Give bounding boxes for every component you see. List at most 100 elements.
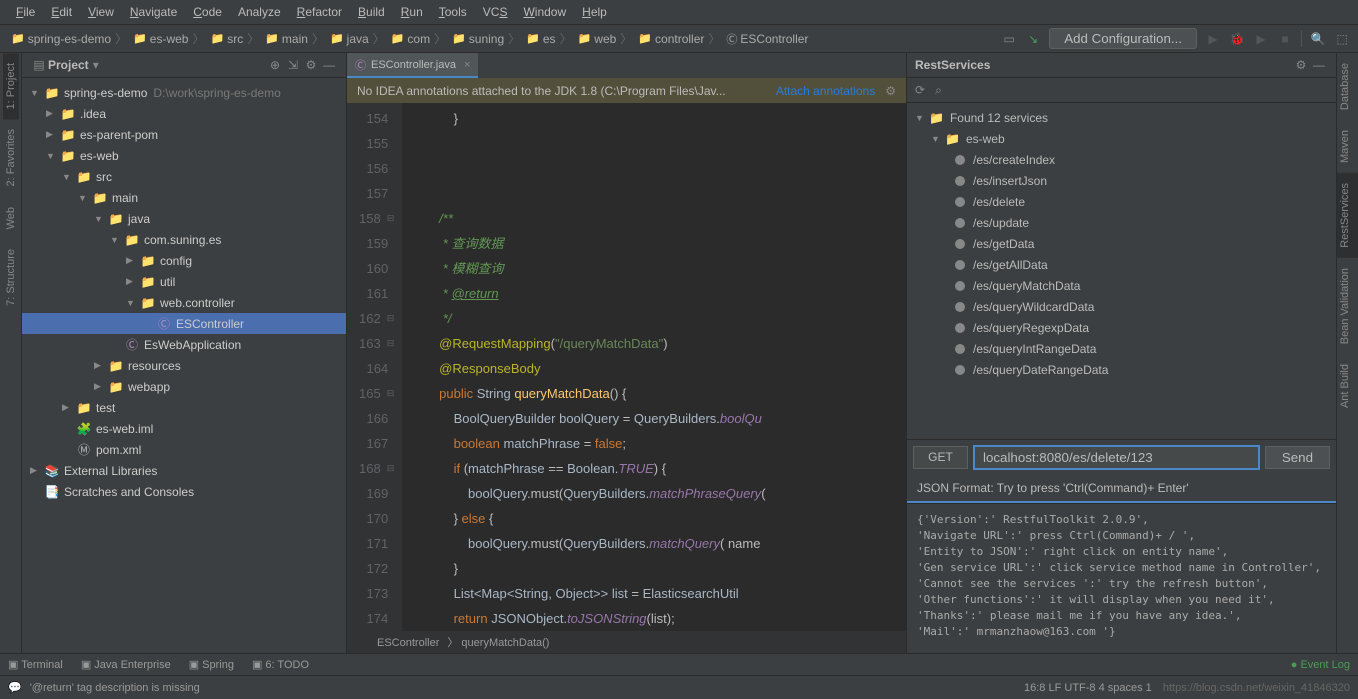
breadcrumb-java[interactable]: 📁java [327, 30, 388, 47]
breadcrumb-main[interactable]: 📁main [262, 30, 327, 47]
tree-item-test[interactable]: ▶📁test [22, 397, 346, 418]
bottom-tab-terminal[interactable]: ▣ Terminal [8, 658, 63, 671]
menu-edit[interactable]: Edit [43, 3, 80, 21]
tree-item-externallibraries[interactable]: ▶📚External Libraries [22, 460, 346, 481]
project-view-icon[interactable]: ▤ [30, 58, 48, 72]
endpoint-es-delete[interactable]: /es/delete [907, 191, 1336, 212]
menu-help[interactable]: Help [574, 3, 615, 21]
bottom-tab-todo[interactable]: ▣ 6: TODO [252, 658, 309, 671]
ide-settings-icon[interactable]: ⬚ [1334, 31, 1350, 47]
stop-icon[interactable]: ■ [1277, 31, 1293, 47]
notification-gear-icon[interactable]: ⚙ [885, 84, 896, 98]
right-tab-maven[interactable]: Maven [1337, 120, 1358, 173]
rest-module[interactable]: ▼📁es-web [907, 128, 1336, 149]
locate-icon[interactable]: ⊕ [266, 58, 284, 72]
menu-refactor[interactable]: Refactor [289, 3, 350, 21]
left-tab-project[interactable]: 1: Project [3, 53, 19, 119]
breadcrumb-spring-es-demo[interactable]: 📁spring-es-demo [8, 30, 130, 47]
hammer-icon[interactable]: ↘ [1025, 31, 1041, 47]
menu-run[interactable]: Run [393, 3, 431, 21]
event-log-button[interactable]: ● Event Log [1291, 659, 1350, 671]
tree-item-java[interactable]: ▼📁java [22, 208, 346, 229]
tree-item-eswebapplication[interactable]: ⒸEsWebApplication [22, 334, 346, 355]
add-configuration-button[interactable]: Add Configuration... [1049, 28, 1197, 49]
breadcrumb-com[interactable]: 📁com [388, 30, 449, 47]
endpoint-es-getData[interactable]: /es/getData [907, 233, 1336, 254]
endpoint-es-getAllData[interactable]: /es/getAllData [907, 254, 1336, 275]
menu-analyze[interactable]: Analyze [230, 3, 289, 21]
endpoint-es-queryWildcardData[interactable]: /es/queryWildcardData [907, 296, 1336, 317]
menu-navigate[interactable]: Navigate [122, 3, 185, 21]
menu-code[interactable]: Code [185, 3, 230, 21]
tree-item-webcontroller[interactable]: ▼📁web.controller [22, 292, 346, 313]
menu-file[interactable]: File [8, 3, 43, 21]
hide-icon[interactable]: — [1310, 58, 1328, 72]
breadcrumb-escontroller[interactable]: ⒸESController [723, 30, 815, 47]
endpoint-es-queryDateRangeData[interactable]: /es/queryDateRangeData [907, 359, 1336, 380]
breadcrumb-suning[interactable]: 📁suning [449, 30, 523, 47]
rest-response-body[interactable]: {'Version':' RestfulToolkit 2.0.9', 'Nav… [907, 503, 1336, 653]
debug-icon[interactable]: 🐞 [1229, 31, 1245, 47]
right-tab-antbuild[interactable]: Ant Build [1337, 354, 1358, 418]
breadcrumb-controller[interactable]: 📁controller [635, 30, 723, 47]
gear-icon[interactable]: ⚙ [1292, 58, 1310, 72]
search-everywhere-icon[interactable]: 🔍 [1310, 31, 1326, 47]
tree-item-scratchesandconsoles[interactable]: 📑Scratches and Consoles [22, 481, 346, 502]
close-tab-icon[interactable]: × [464, 59, 470, 71]
right-tab-beanvalidation[interactable]: Bean Validation [1337, 258, 1358, 354]
bottom-tab-spring[interactable]: ▣ Spring [189, 658, 234, 671]
breadcrumb-src[interactable]: 📁src [208, 30, 263, 47]
left-tab-structure[interactable]: 7: Structure [3, 239, 19, 316]
endpoint-es-queryIntRangeData[interactable]: /es/queryIntRangeData [907, 338, 1336, 359]
breadcrumb-es[interactable]: 📁es [523, 30, 574, 47]
left-tab-web[interactable]: Web [3, 197, 19, 239]
right-tab-restservices[interactable]: RestServices [1337, 173, 1358, 258]
device-icon[interactable]: ▭ [1001, 31, 1017, 47]
gear-icon[interactable]: ⚙ [302, 58, 320, 72]
right-tab-database[interactable]: Database [1337, 53, 1358, 120]
attach-annotations-link[interactable]: Attach annotations [776, 84, 875, 98]
tree-item-pomxml[interactable]: Ⓜpom.xml [22, 439, 346, 460]
tree-item-resources[interactable]: ▶📁resources [22, 355, 346, 376]
tree-item-springesdemo[interactable]: ▼📁spring-es-demoD:\work\spring-es-demo [22, 82, 346, 103]
breadcrumb-es-web[interactable]: 📁es-web [130, 30, 207, 47]
menu-window[interactable]: Window [515, 3, 574, 21]
tree-item-comsuninges[interactable]: ▼📁com.suning.es [22, 229, 346, 250]
endpoint-es-insertJson[interactable]: /es/insertJson [907, 170, 1336, 191]
tree-item-esparentpom[interactable]: ▶📁es-parent-pom [22, 124, 346, 145]
hide-icon[interactable]: — [320, 58, 338, 72]
left-tab-favorites[interactable]: 2: Favorites [3, 119, 19, 196]
endpoint-es-createIndex[interactable]: /es/createIndex [907, 149, 1336, 170]
crumb-method[interactable]: queryMatchData() [461, 637, 549, 649]
endpoint-es-queryRegexpData[interactable]: /es/queryRegexpData [907, 317, 1336, 338]
crumb-class[interactable]: ESController [377, 637, 439, 649]
tree-item-src[interactable]: ▼📁src [22, 166, 346, 187]
tree-item-webapp[interactable]: ▶📁webapp [22, 376, 346, 397]
menu-vcs[interactable]: VCS [475, 3, 516, 21]
breadcrumb-web[interactable]: 📁web [575, 30, 636, 47]
tree-item-util[interactable]: ▶📁util [22, 271, 346, 292]
menu-view[interactable]: View [80, 3, 122, 21]
send-button[interactable]: Send [1265, 446, 1330, 469]
rest-found-root[interactable]: ▼📁Found 12 services [907, 107, 1336, 128]
menu-tools[interactable]: Tools [431, 3, 475, 21]
bottom-tab-javaenterprise[interactable]: ▣ Java Enterprise [81, 658, 171, 671]
url-input[interactable] [974, 446, 1259, 469]
search-icon[interactable]: ⌕ [935, 83, 942, 98]
collapse-icon[interactable]: ⇲ [284, 58, 302, 72]
coverage-icon[interactable]: ▶ [1253, 31, 1269, 47]
endpoint-es-update[interactable]: /es/update [907, 212, 1336, 233]
code-editor[interactable]: } /** * 查询数据 * 模糊查询 * @return */ @Reques… [402, 103, 906, 631]
tree-item-escontroller[interactable]: ⒸESController [22, 313, 346, 334]
editor-tab-escontroller[interactable]: Ⓒ ESController.java × [347, 53, 478, 78]
endpoint-es-queryMatchData[interactable]: /es/queryMatchData [907, 275, 1336, 296]
tree-item-eswebiml[interactable]: 🧩es-web.iml [22, 418, 346, 439]
run-icon[interactable]: ▶ [1205, 31, 1221, 47]
menu-build[interactable]: Build [350, 3, 393, 21]
tree-item-config[interactable]: ▶📁config [22, 250, 346, 271]
tree-item-esweb[interactable]: ▼📁es-web [22, 145, 346, 166]
http-method-select[interactable]: GET [913, 446, 968, 469]
tree-item-idea[interactable]: ▶📁.idea [22, 103, 346, 124]
tree-item-main[interactable]: ▼📁main [22, 187, 346, 208]
refresh-icon[interactable]: ⟳ [915, 83, 925, 97]
